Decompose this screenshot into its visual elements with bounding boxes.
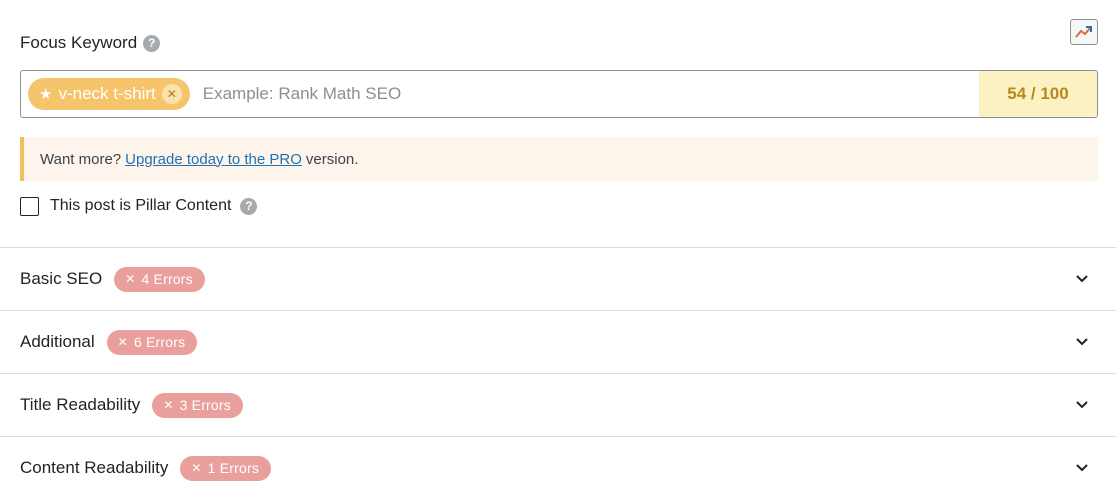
- upgrade-link[interactable]: Upgrade today to the PRO: [125, 151, 302, 168]
- trend-chart-button[interactable]: [1070, 19, 1098, 45]
- focus-keyword-label: Focus Keyword: [20, 33, 138, 52]
- notice-prefix: Want more?: [40, 150, 122, 168]
- notice-suffix: version.: [305, 150, 359, 168]
- error-count: 1 Errors: [207, 460, 260, 476]
- close-icon: ✕: [191, 461, 202, 475]
- chevron-down-icon: [1076, 338, 1088, 346]
- keyword-tag[interactable]: ★ v-neck t-shirt ✕: [28, 78, 190, 110]
- focus-keyword-panel: Focus Keyword ? ★ v-neck t-shirt ✕ 54 / …: [0, 0, 1116, 247]
- error-badge: ✕ 6 Errors: [106, 329, 198, 355]
- pillar-content-row: This post is Pillar Content ?: [20, 194, 258, 218]
- seo-score: 54 / 100: [979, 71, 1097, 117]
- pillar-content-checkbox[interactable]: [20, 196, 39, 216]
- close-icon: ✕: [163, 398, 174, 412]
- close-icon: ✕: [117, 335, 128, 349]
- section-title: Additional: [20, 332, 95, 351]
- question-circle-icon[interactable]: ?: [143, 34, 161, 52]
- section-additional[interactable]: Additional ✕ 6 Errors: [0, 310, 1116, 373]
- error-count: 6 Errors: [133, 334, 186, 350]
- error-count: 3 Errors: [179, 397, 231, 413]
- chevron-down-icon: [1076, 401, 1088, 409]
- section-basic-seo[interactable]: Basic SEO ✕ 4 Errors: [0, 247, 1116, 310]
- trend-chart-icon: [1075, 26, 1092, 38]
- chevron-down-icon: [1076, 464, 1088, 472]
- upgrade-notice: Want more? Upgrade today to the PRO vers…: [20, 137, 1098, 181]
- keyword-tag-text: v-neck t-shirt: [58, 84, 156, 103]
- section-title: Title Readability: [20, 395, 141, 414]
- error-count: 4 Errors: [141, 271, 193, 287]
- section-title: Content Readability: [20, 458, 169, 477]
- analysis-sections: Basic SEO ✕ 4 Errors Additional ✕ 6 Erro…: [0, 247, 1116, 499]
- chevron-down-icon: [1076, 275, 1088, 283]
- star-icon: ★: [39, 85, 53, 103]
- question-circle-icon[interactable]: ?: [240, 197, 258, 215]
- section-content-readability[interactable]: Content Readability ✕ 1 Errors: [0, 436, 1116, 499]
- error-badge: ✕ 1 Errors: [180, 455, 272, 481]
- close-icon: ✕: [125, 272, 136, 286]
- error-badge: ✕ 3 Errors: [152, 392, 243, 418]
- section-title: Basic SEO: [20, 269, 103, 288]
- pillar-content-label[interactable]: This post is Pillar Content: [50, 197, 231, 215]
- focus-keyword-field[interactable]: ★ v-neck t-shirt ✕ 54 / 100: [20, 70, 1098, 118]
- focus-keyword-header: Focus Keyword ?: [20, 31, 161, 55]
- section-title-readability[interactable]: Title Readability ✕ 3 Errors: [0, 373, 1116, 436]
- close-icon[interactable]: ✕: [161, 84, 182, 104]
- focus-keyword-input[interactable]: [202, 84, 979, 104]
- error-badge: ✕ 4 Errors: [114, 266, 205, 292]
